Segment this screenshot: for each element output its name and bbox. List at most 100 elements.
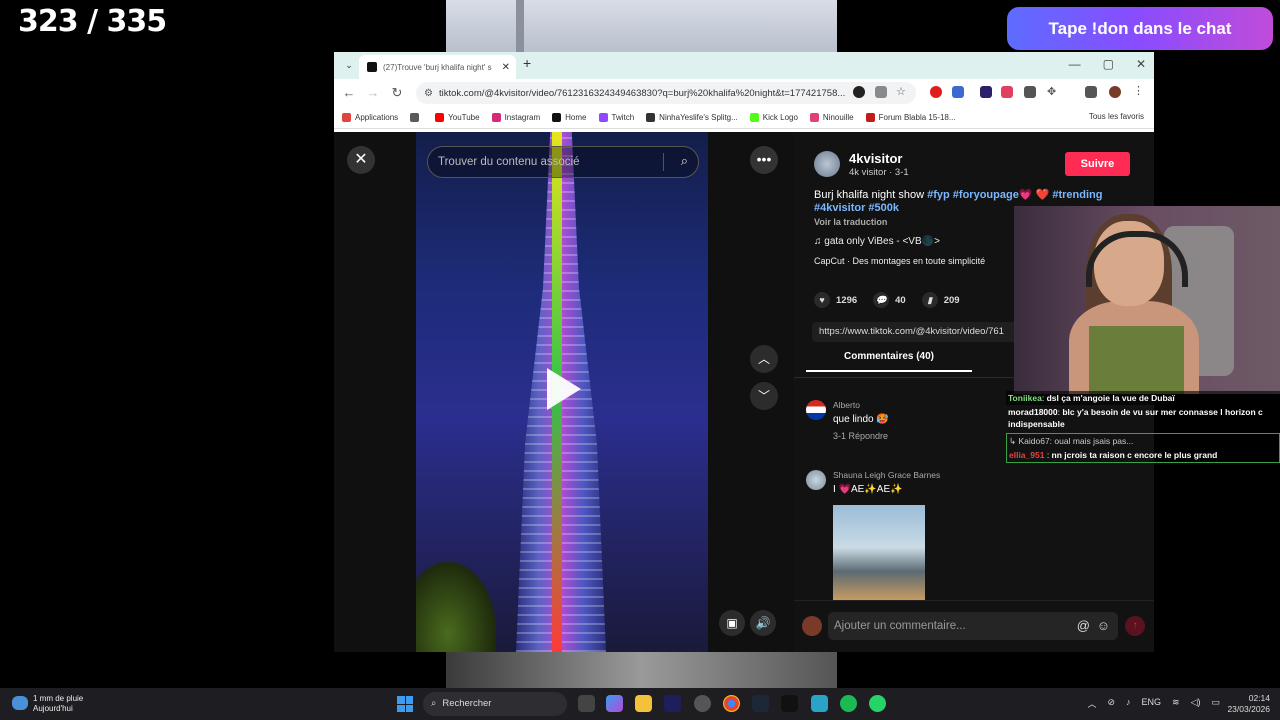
clock[interactable]: 02:14 23/03/2026 (1227, 693, 1270, 715)
bookmark-label: Applications (355, 112, 399, 122)
reload-icon[interactable]: ↻ (385, 85, 409, 101)
taskbar-search[interactable]: ⌕ Rechercher (423, 692, 567, 716)
task-view-icon[interactable] (578, 695, 595, 712)
comment-image[interactable] (833, 505, 925, 600)
bookmark-favicon-icon (598, 112, 608, 122)
comment-meta[interactable]: 3-1 Répondre (833, 431, 888, 441)
engagement-bar: ♥ 1296 💬 40 ▮ 209 (814, 292, 960, 308)
file-explorer-icon[interactable] (635, 695, 652, 712)
site-info-icon[interactable]: ⚙ (424, 88, 433, 99)
translate-link[interactable]: Voir la traduction (814, 217, 887, 227)
bookmark-item[interactable]: Home (552, 112, 587, 122)
address-bar[interactable]: ⚙ tiktok.com/@4kvisitor/video/7612316324… (416, 82, 916, 104)
commenter-name[interactable]: Alberto (833, 400, 860, 410)
audio-extension-icon[interactable] (952, 86, 964, 98)
tab-search-icon[interactable]: ⌄ (341, 57, 357, 73)
github-icon[interactable] (694, 695, 711, 712)
bookmark-item[interactable]: YouTube (435, 112, 480, 122)
app-icon[interactable] (811, 695, 828, 712)
stream-counter: 323 / 335 (18, 4, 167, 39)
battery-icon[interactable]: ▭ (1211, 697, 1220, 710)
extension-icon[interactable] (1024, 86, 1036, 98)
star-icon[interactable]: ☆ (896, 85, 908, 98)
windows-start-icon[interactable] (397, 696, 413, 712)
more-options-button[interactable]: ••• (750, 146, 778, 174)
bookmark-favicon-icon (435, 112, 445, 122)
wifi-icon[interactable]: ≋ (1172, 697, 1180, 710)
video-player[interactable] (416, 132, 708, 652)
commenter-avatar[interactable] (806, 470, 826, 490)
tab-close-icon[interactable]: ✕ (502, 62, 510, 73)
author-name[interactable]: 4kvisitor (849, 151, 902, 166)
send-comment-button[interactable]: ↑ (1125, 616, 1145, 636)
browser-tab[interactable]: (27)Trouve 'burj khalifa night' s ✕ (359, 55, 516, 79)
search-icon[interactable]: ⌕ (681, 153, 688, 169)
steam-icon[interactable] (752, 695, 769, 712)
microphone-icon[interactable]: ♪ (1126, 697, 1131, 710)
opera-extension-icon[interactable] (930, 86, 942, 98)
capcut-link[interactable]: CapCut · Des montages en toute simplicit… (814, 256, 985, 266)
chat-message: ellia_951 : nn jcrois ta raison c encore… (1009, 450, 1218, 460)
copilot-icon[interactable] (606, 695, 623, 712)
tab-comments[interactable]: Commentaires (40) (806, 351, 972, 372)
music-link[interactable]: ♫ gata only ViBes - <VB🌑> (814, 236, 940, 247)
follow-button[interactable]: Suivre (1065, 152, 1130, 176)
reading-list-icon[interactable] (1085, 86, 1097, 98)
mention-icon[interactable]: @ (1077, 612, 1090, 640)
commenter-name[interactable]: Shauna Leigh Grace Barnes (833, 470, 940, 480)
menu-icon[interactable]: ⋮ (1133, 84, 1145, 97)
whatsapp-icon[interactable] (869, 695, 886, 712)
pip-icon[interactable]: ▣ (719, 610, 745, 636)
translate-icon[interactable] (875, 86, 887, 98)
chrome-icon[interactable] (723, 695, 740, 712)
bookmark-favicon-icon (410, 112, 420, 122)
bookmark-item[interactable]: Kick Logo (749, 112, 798, 122)
bookmark-item[interactable]: NinhaYeslife's Splitg... (646, 112, 738, 122)
close-video-button[interactable]: ✕ (347, 146, 375, 174)
comment-icon: 💬 (873, 292, 890, 308)
bookmark-item[interactable]: Applications (342, 112, 399, 122)
hashtag-trending[interactable]: #trending (1052, 189, 1102, 201)
close-window-icon[interactable]: ✕ (1136, 57, 1146, 71)
premiere-pro-icon[interactable] (664, 695, 681, 712)
language-indicator[interactable]: ENG (1142, 697, 1162, 710)
maximize-icon[interactable]: ▢ (1103, 57, 1114, 71)
profile-avatar[interactable] (1109, 86, 1121, 98)
bookmark-item[interactable]: Twitch (598, 112, 634, 122)
bookmark-favicon-icon (809, 112, 819, 122)
author-avatar[interactable] (814, 151, 840, 177)
back-icon[interactable]: ← (337, 85, 361, 100)
volume-icon[interactable]: ◁) (1191, 697, 1201, 710)
hashtags[interactable]: #4kvisitor #500k (814, 202, 899, 214)
save-button[interactable]: ▮ 209 (921, 292, 960, 308)
network-off-icon[interactable]: ⊘ (1107, 697, 1115, 710)
chevron-up-icon[interactable]: ︿ (1087, 697, 1096, 710)
commenter-avatar[interactable] (806, 400, 826, 420)
minimize-icon[interactable]: — (1069, 57, 1081, 71)
related-search-input[interactable]: Trouver du contenu associé ⌕ (427, 146, 699, 178)
tiktok-extension-icon[interactable] (853, 86, 865, 98)
extensions-puzzle-icon[interactable]: ✥ (1047, 85, 1059, 98)
previous-video-button[interactable]: ︿ (750, 345, 778, 373)
user-avatar (802, 616, 822, 636)
bookmark-item[interactable]: Forum Blabla 15-18... (865, 112, 956, 122)
emoji-icon[interactable]: ☺ (1097, 612, 1110, 640)
extension-icon[interactable] (980, 86, 992, 98)
play-icon[interactable] (547, 368, 581, 410)
all-bookmarks[interactable]: Tous les favoris (1089, 112, 1144, 121)
like-button[interactable]: ♥ 1296 (814, 292, 857, 308)
comment-button[interactable]: 💬 40 (873, 292, 906, 308)
tiktok-icon[interactable] (781, 695, 798, 712)
comment-input[interactable]: Ajouter un commentaire... @ ☺ (828, 612, 1118, 640)
new-tab-button[interactable]: + (523, 55, 531, 71)
spotify-icon[interactable] (840, 695, 857, 712)
forward-icon[interactable]: → (361, 85, 385, 100)
hashtags[interactable]: #fyp #foryoupage (927, 189, 1019, 201)
volume-icon[interactable]: 🔊 (750, 610, 776, 636)
bookmark-item[interactable]: Instagram (491, 112, 540, 122)
bookmark-favicon-icon (865, 112, 875, 122)
bookmark-item[interactable] (410, 112, 423, 122)
extension-icon[interactable] (1001, 86, 1013, 98)
next-video-button[interactable]: ﹀ (750, 382, 778, 410)
bookmark-item[interactable]: Ninouille (809, 112, 854, 122)
